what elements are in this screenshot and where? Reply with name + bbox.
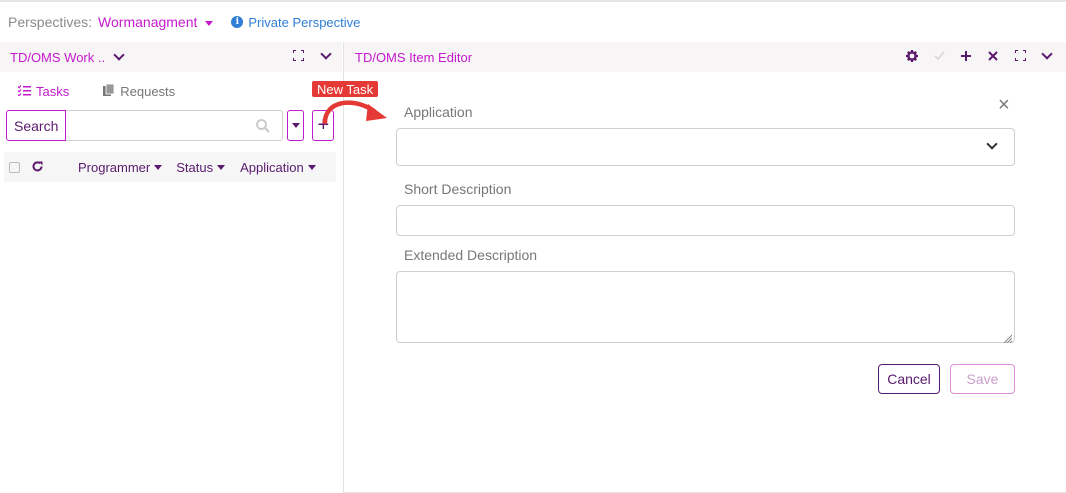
check-icon[interactable] [934, 50, 945, 64]
perspective-value: Wormanagment [98, 14, 198, 30]
tab-tasks-label: Tasks [36, 84, 70, 99]
work-panel: TD/OMS Work .. Tasks Requests Search + P… [0, 42, 342, 493]
table-header: Programmer Status Application [4, 152, 336, 182]
column-status[interactable]: Status [176, 159, 226, 175]
column-application[interactable]: Application [240, 160, 316, 175]
caret-down-icon [205, 20, 214, 26]
private-perspective-link[interactable]: i Private Perspective [231, 15, 360, 30]
plus-icon[interactable] [961, 50, 971, 64]
short-description-label: Short Description [404, 181, 512, 197]
tab-requests[interactable]: Requests [103, 83, 176, 99]
perspective-select[interactable]: Wormanagment [98, 14, 214, 30]
refresh-icon[interactable] [32, 160, 43, 175]
resize-handle-icon[interactable] [1002, 330, 1013, 344]
item-editor-header: TD/OMS Item Editor [344, 42, 1066, 72]
work-panel-header: TD/OMS Work .. [0, 42, 342, 72]
new-task-callout: New Task [312, 81, 379, 97]
close-editor-button[interactable]: × [998, 95, 1010, 115]
tabs: Tasks Requests [17, 83, 209, 99]
save-button[interactable]: Save [950, 364, 1015, 394]
chevron-down-icon[interactable] [1041, 48, 1053, 60]
search-label: Search [6, 110, 67, 141]
column-programmer[interactable]: Programmer [78, 159, 163, 175]
tasks-list-icon [17, 84, 31, 99]
x-icon[interactable] [988, 50, 998, 64]
tab-tasks[interactable]: Tasks [17, 84, 70, 99]
collapse-chevron-icon[interactable] [320, 48, 332, 60]
column-application-label: Application [240, 159, 304, 175]
gear-icon[interactable] [906, 50, 918, 65]
perspectives-bar: Perspectives: Wormanagment i Private Per… [8, 12, 360, 32]
perspectives-label: Perspectives: [8, 14, 93, 30]
tab-requests-label: Requests [120, 84, 176, 99]
filter-dropdown-button[interactable] [287, 110, 305, 141]
private-perspective-label: Private Perspective [248, 14, 361, 30]
cancel-button[interactable]: Cancel [878, 364, 940, 394]
application-label: Application [404, 104, 473, 120]
work-panel-title[interactable]: TD/OMS Work .. [10, 50, 105, 65]
caret-down-icon [154, 164, 163, 170]
caret-down-icon [307, 164, 316, 170]
column-programmer-label: Programmer [78, 159, 151, 175]
caret-down-icon [217, 164, 226, 170]
item-editor-title: TD/OMS Item Editor [355, 49, 473, 65]
item-editor-panel: TD/OMS Item Editor × Application Short D… [343, 42, 1066, 493]
search-icon [256, 119, 271, 138]
expand-icon[interactable] [1014, 49, 1027, 64]
application-select[interactable] [396, 128, 1015, 166]
column-status-label: Status [176, 159, 214, 175]
search-row: Search + [6, 110, 335, 141]
caret-down-icon [291, 123, 300, 128]
short-description-input[interactable] [396, 205, 1015, 236]
expand-icon[interactable] [292, 49, 305, 64]
copy-icon [103, 83, 115, 99]
chevron-down-icon [986, 138, 998, 150]
extended-description-textarea[interactable] [396, 271, 1015, 344]
top-border [0, 0, 1066, 2]
callout-arrow-icon [322, 96, 390, 131]
info-icon: i [231, 16, 244, 28]
chevron-down-icon[interactable] [113, 48, 125, 61]
select-all-checkbox[interactable] [9, 161, 20, 173]
search-input[interactable] [66, 110, 284, 141]
extended-description-label: Extended Description [404, 247, 538, 263]
